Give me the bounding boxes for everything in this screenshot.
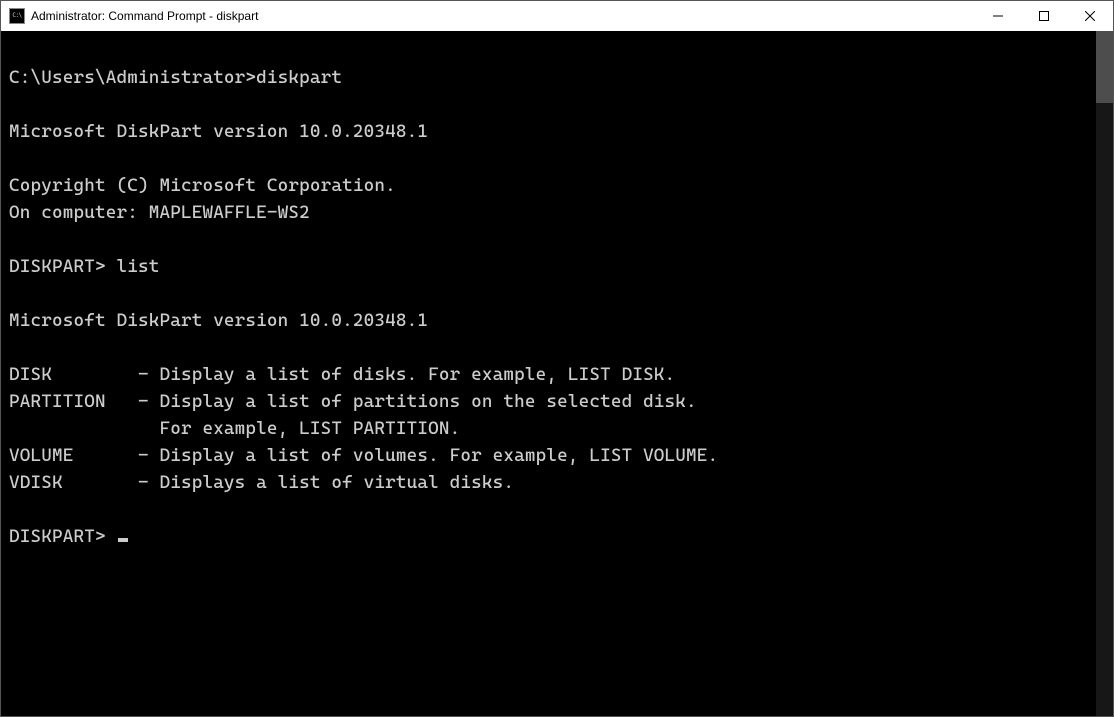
terminal-line: Microsoft DiskPart version 10.0.20348.1: [9, 121, 428, 142]
terminal-line: DISKPART> list: [9, 256, 159, 277]
maximize-button[interactable]: [1021, 1, 1067, 31]
window-controls: [975, 1, 1113, 31]
window-title: Administrator: Command Prompt - diskpart: [31, 9, 975, 23]
terminal-line: DISK - Display a list of disks. For exam…: [9, 364, 675, 385]
maximize-icon: [1039, 11, 1049, 21]
terminal-line: DISKPART>: [9, 526, 116, 547]
vertical-scrollbar[interactable]: [1096, 31, 1113, 716]
terminal-line: On computer: MAPLEWAFFLE-WS2: [9, 202, 310, 223]
terminal-output[interactable]: C:\Users\Administrator>diskpart Microsof…: [1, 31, 1096, 716]
close-button[interactable]: [1067, 1, 1113, 31]
close-icon: [1085, 11, 1095, 21]
scrollbar-thumb[interactable]: [1096, 31, 1113, 103]
terminal-line: C:\Users\Administrator>diskpart: [9, 67, 342, 88]
cmd-icon-glyph: C:\: [12, 13, 21, 19]
terminal-line: PARTITION - Display a list of partitions…: [9, 391, 697, 412]
terminal-line: For example, LIST PARTITION.: [9, 418, 460, 439]
cmd-icon: C:\: [9, 8, 25, 24]
terminal-line: VOLUME - Display a list of volumes. For …: [9, 445, 718, 466]
minimize-button[interactable]: [975, 1, 1021, 31]
terminal-line: Microsoft DiskPart version 10.0.20348.1: [9, 310, 428, 331]
minimize-icon: [993, 11, 1003, 21]
app-window: C:\ Administrator: Command Prompt - disk…: [0, 0, 1114, 717]
terminal-line: VDISK - Displays a list of virtual disks…: [9, 472, 514, 493]
terminal-cursor: [118, 538, 128, 542]
client-area: C:\Users\Administrator>diskpart Microsof…: [1, 31, 1113, 716]
titlebar[interactable]: C:\ Administrator: Command Prompt - disk…: [1, 1, 1113, 31]
terminal-line: Copyright (C) Microsoft Corporation.: [9, 175, 396, 196]
